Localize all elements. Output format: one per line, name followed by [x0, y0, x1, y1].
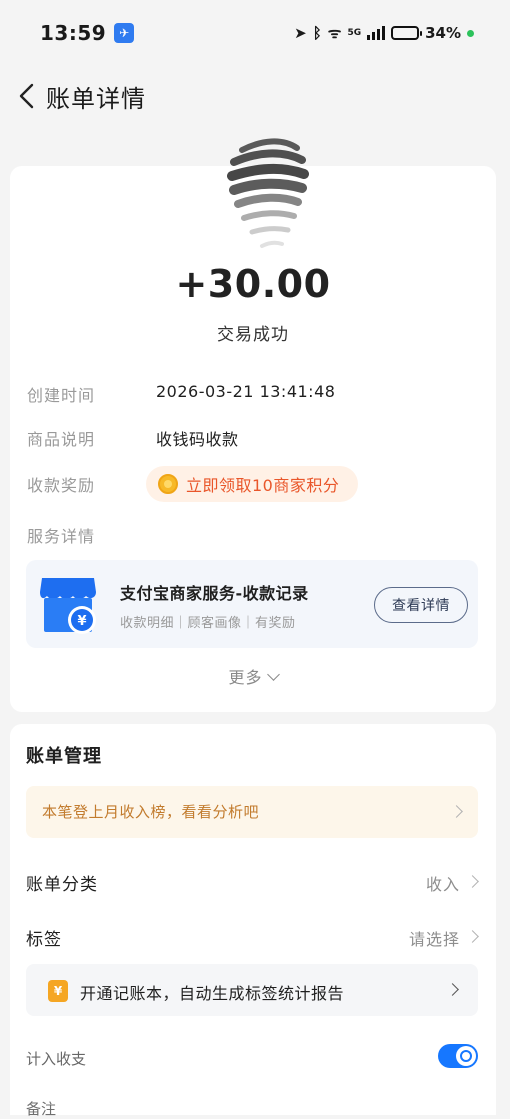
nav-bar: 账单详情 [0, 66, 510, 126]
status-bar: 13:59 ✈ ➤ ᛒ ᯤ 5G 34% [0, 0, 510, 66]
goods-description-value: 收钱码收款 [156, 430, 239, 449]
ledger-banner-text: 开通记账本，自动生成标签统计报告 [80, 984, 345, 1003]
merchant-service-title: 支付宝商家服务-收款记录 [120, 584, 309, 603]
tag-value: 请选择 [408, 930, 460, 949]
cellular-signal-icon [367, 26, 386, 40]
status-time: 13:59 [40, 21, 107, 45]
page-title: 账单详情 [46, 84, 146, 113]
chevron-right-icon [446, 983, 459, 996]
shop-icon: ¥ [40, 578, 96, 634]
bill-management-title: 账单管理 [26, 746, 102, 767]
transaction-amount: +30.00 [175, 262, 331, 306]
tag-label: 标签 [26, 930, 62, 950]
income-ranking-text: 本笔登上月收入榜，看看分析吧 [42, 803, 260, 821]
ledger-icon: ¥ [48, 980, 68, 1002]
network-type: 5G [347, 27, 362, 38]
merchant-service-card[interactable]: ¥ 支付宝商家服务-收款记录 收款明细｜顾客画像｜有奖励 查看详情 [26, 560, 478, 648]
view-details-button[interactable]: 查看详情 [374, 587, 468, 623]
reward-label: 收款奖励 [27, 476, 96, 495]
income-ranking-banner[interactable]: 本笔登上月收入榜，看看分析吧 [26, 786, 478, 838]
bluetooth-icon: ᛒ [312, 24, 322, 42]
merchant-service-subtitle: 收款明细｜顾客画像｜有奖励 [120, 616, 296, 631]
include-in-stats-toggle[interactable] [438, 1044, 478, 1068]
chevron-down-icon [266, 668, 280, 681]
created-time-value: 2026-03-21 13:41:48 [156, 382, 336, 401]
coin-icon [158, 474, 178, 494]
bill-category-value: 收入 [425, 875, 460, 894]
avatar [227, 138, 309, 248]
location-icon: ➤ [294, 24, 307, 42]
status-icons: ➤ ᛒ ᯤ 5G 34% [294, 23, 474, 43]
ledger-banner[interactable]: ¥ 开通记账本，自动生成标签统计报告 [26, 964, 478, 1016]
chevron-left-icon[interactable] [10, 76, 44, 116]
signal-icon: ᯤ [327, 24, 342, 42]
battery-percent: 34% [425, 24, 461, 42]
svg-text:¥: ¥ [77, 614, 86, 629]
reward-claim-button[interactable]: 立即领取10商家积分 [146, 466, 358, 502]
service-details-label: 服务详情 [27, 527, 96, 546]
goods-description-label: 商品说明 [27, 430, 96, 449]
more-label: 更多 [228, 668, 263, 687]
chevron-right-icon [450, 805, 463, 818]
bill-category-label: 账单分类 [26, 875, 98, 895]
reward-claim-label: 立即领取10商家积分 [186, 476, 340, 495]
created-time-label: 创建时间 [27, 386, 96, 405]
include-in-stats-label: 计入收支 [26, 1050, 87, 1068]
active-indicator-icon [467, 29, 474, 37]
battery-icon [391, 26, 423, 40]
remark-label: 备注 [26, 1100, 57, 1118]
transaction-status: 交易成功 [217, 325, 289, 345]
app-notification-icon: ✈ [114, 23, 135, 43]
more-button[interactable]: 更多 [0, 664, 506, 688]
